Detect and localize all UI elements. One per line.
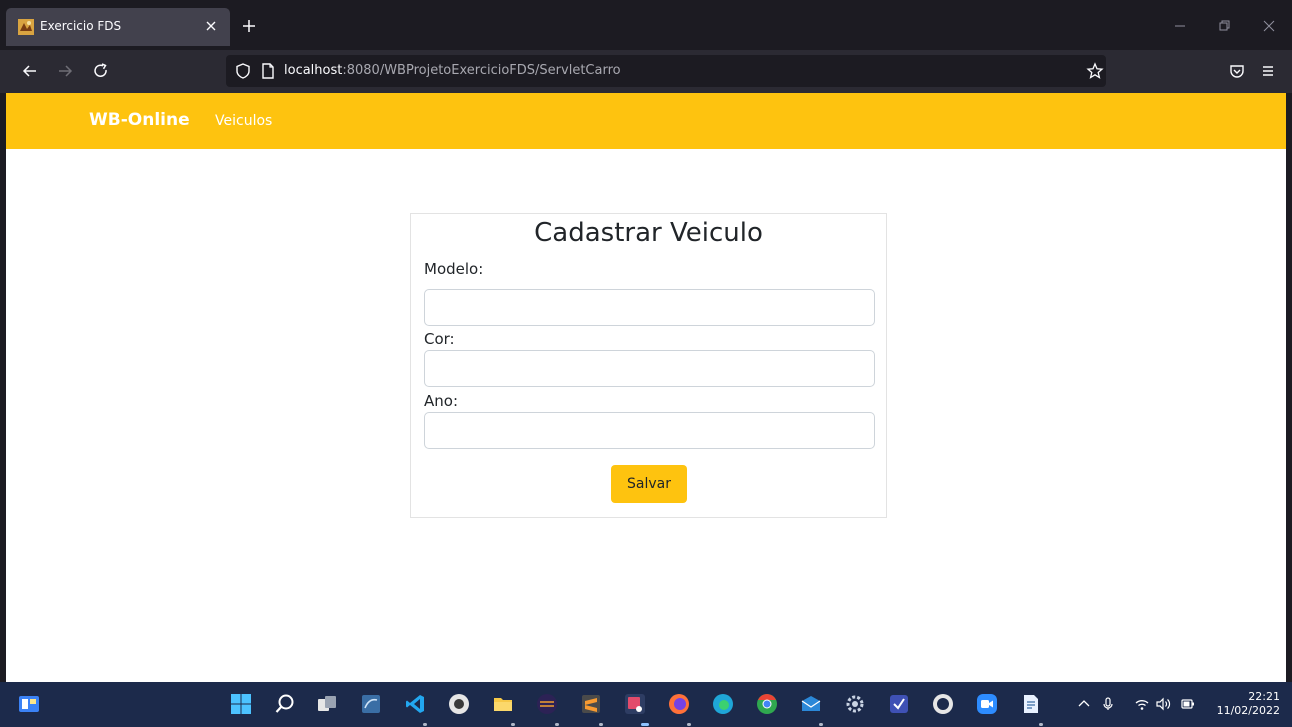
clock-time: 22:21 [1248, 690, 1280, 703]
running-indicator [423, 723, 427, 726]
firefox-icon[interactable] [668, 693, 690, 715]
running-indicator [687, 723, 691, 726]
url-text[interactable]: localhost:8080/WBProjetoExercicioFDS/Ser… [284, 63, 621, 78]
volume-icon[interactable] [1155, 696, 1171, 712]
url-path: :8080/WBProjetoExercicioFDS/ServletCarro [342, 63, 621, 78]
salvar-button[interactable]: Salvar [611, 465, 687, 503]
battery-icon[interactable] [1180, 696, 1196, 712]
modelo-label: Modelo: [424, 260, 484, 278]
active-indicator [641, 723, 649, 726]
system-clock[interactable]: 22:21 11/02/2022 [1217, 690, 1280, 718]
site-favicon-icon [18, 19, 34, 35]
vscode-icon[interactable] [404, 693, 426, 715]
minimize-icon[interactable] [1172, 18, 1188, 34]
browser-tab-strip: Exercicio FDS [0, 0, 1292, 50]
tracking-shield-icon[interactable] [234, 62, 252, 80]
form-title: Cadastrar Veiculo [534, 218, 763, 248]
windows-taskbar: 22:21 11/02/2022 [0, 682, 1292, 727]
edge-icon[interactable] [712, 693, 734, 715]
ano-input[interactable] [424, 412, 875, 449]
site-header: WB-Online Veiculos [6, 93, 1286, 149]
tab-title: Exercicio FDS [40, 19, 122, 33]
github-desktop-icon[interactable] [448, 693, 470, 715]
window-frame-right [1286, 0, 1292, 727]
page-info-icon[interactable] [260, 62, 276, 80]
nav-link-veiculos[interactable]: Veiculos [215, 113, 272, 129]
widgets-icon[interactable] [18, 693, 40, 715]
running-indicator [511, 723, 515, 726]
notepad-icon[interactable] [1020, 693, 1042, 715]
cor-label: Cor: [424, 330, 455, 348]
mail-icon[interactable] [800, 693, 822, 715]
vehicle-form-card: Cadastrar Veiculo Modelo: Cor: Ano: Salv… [410, 213, 887, 518]
start-icon[interactable] [230, 693, 252, 715]
running-indicator [1039, 723, 1043, 726]
cor-input[interactable] [424, 350, 875, 387]
reload-icon[interactable] [92, 62, 110, 80]
running-indicator [819, 723, 823, 726]
ano-label: Ano: [424, 392, 458, 410]
back-icon[interactable] [21, 62, 39, 80]
github-icon[interactable] [932, 693, 954, 715]
site-brand[interactable]: WB-Online [89, 110, 190, 130]
restore-icon[interactable] [1216, 18, 1232, 34]
tab-close-icon[interactable] [202, 17, 220, 35]
running-indicator [555, 723, 559, 726]
task-view-icon[interactable] [316, 693, 338, 715]
wifi-icon[interactable] [1134, 696, 1150, 712]
forward-icon[interactable] [56, 62, 74, 80]
pocket-icon[interactable] [1228, 62, 1246, 80]
mysql-workbench-icon[interactable] [360, 693, 382, 715]
zoom-icon[interactable] [976, 693, 998, 715]
eclipse-icon[interactable] [536, 693, 558, 715]
browser-tab-active[interactable]: Exercicio FDS [6, 8, 230, 46]
settings-icon[interactable] [844, 693, 866, 715]
bookmark-star-icon[interactable] [1086, 62, 1104, 80]
file-explorer-icon[interactable] [492, 693, 514, 715]
url-host: localhost [284, 63, 343, 78]
sublime-icon[interactable] [580, 693, 602, 715]
new-tab-icon[interactable] [240, 17, 258, 35]
chevron-up-icon[interactable] [1076, 696, 1092, 712]
address-bar[interactable]: localhost:8080/WBProjetoExercicioFDS/Ser… [226, 55, 1106, 87]
modelo-input[interactable] [424, 289, 875, 326]
running-indicator [599, 723, 603, 726]
search-icon[interactable] [274, 693, 296, 715]
clock-date: 11/02/2022 [1216, 704, 1280, 717]
microphone-icon[interactable] [1100, 696, 1116, 712]
hamburger-menu-icon[interactable] [1259, 62, 1277, 80]
browser-toolbar: localhost:8080/WBProjetoExercicioFDS/Ser… [0, 50, 1292, 93]
snipping-tool-icon[interactable] [624, 693, 646, 715]
app-icon[interactable] [888, 693, 910, 715]
close-window-icon[interactable] [1261, 18, 1277, 34]
chrome-icon[interactable] [756, 693, 778, 715]
